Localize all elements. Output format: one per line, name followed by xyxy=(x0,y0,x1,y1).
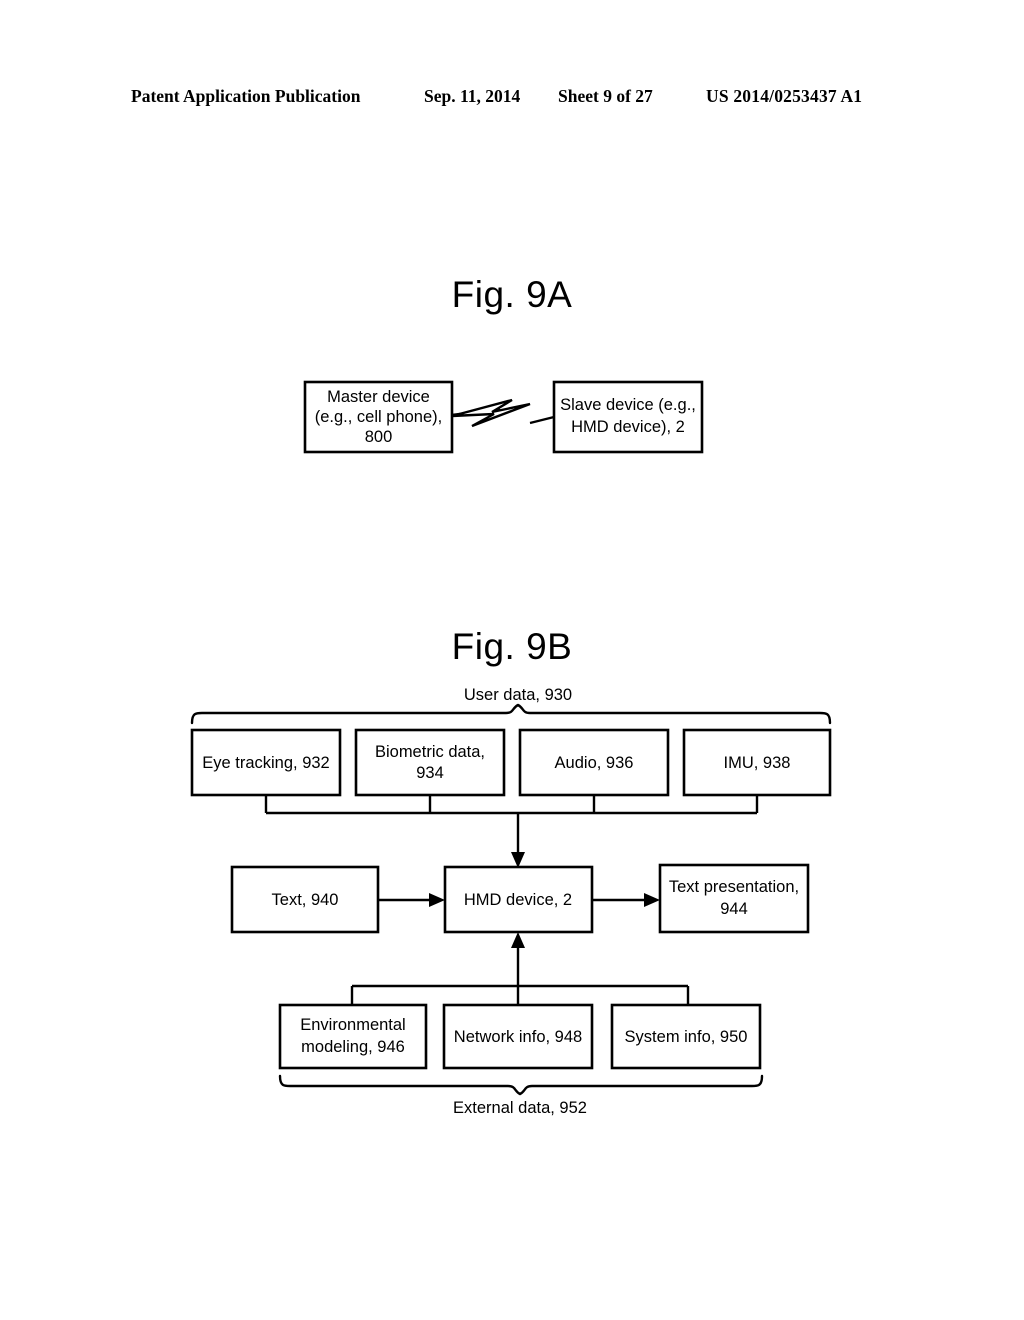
text-to-hmd-arrow xyxy=(378,893,445,907)
publication-date: Sep. 11, 2014 xyxy=(424,86,521,106)
environmental-modeling-node: Environmental modeling, 946 xyxy=(278,1003,428,1070)
biometric-data-line-1: Biometric data, xyxy=(375,743,485,761)
master-device-line-1: Master device xyxy=(327,388,430,406)
environmental-modeling-line-1: Environmental xyxy=(300,1016,405,1034)
text-presentation-node: Text presentation, 944 xyxy=(658,863,810,934)
patent-running-header: Patent Application Publication Sep. 11, … xyxy=(0,86,1024,112)
master-device-node: Master device (e.g., cell phone), 800 xyxy=(303,380,454,454)
text-presentation-line-2: 944 xyxy=(720,900,748,918)
user-data-label: User data, 930 xyxy=(464,686,572,704)
eye-tracking-node: Eye tracking, 932 xyxy=(190,728,342,797)
hmd-device-label: HMD device, 2 xyxy=(464,891,572,909)
text-label: Text, 940 xyxy=(272,891,339,909)
figure-9a-diagram: Master device (e.g., cell phone), 800 Sl… xyxy=(303,380,704,454)
publication-label: Patent Application Publication xyxy=(131,86,361,106)
external-data-brace xyxy=(278,1074,764,1096)
master-device-line-2: (e.g., cell phone), xyxy=(315,408,443,426)
environmental-modeling-line-2: modeling, 946 xyxy=(301,1038,405,1056)
external-data-label: External data, 952 xyxy=(453,1099,587,1117)
text-to-hmd-arrowhead xyxy=(429,893,445,907)
user-data-brace xyxy=(190,703,832,725)
audio-label: Audio, 936 xyxy=(555,754,634,772)
slave-device-line-2: HMD device), 2 xyxy=(571,418,685,436)
biometric-data-line-2: 934 xyxy=(416,764,444,782)
text-presentation-line-1: Text presentation, xyxy=(669,878,799,896)
slave-device-line-1: Slave device (e.g., xyxy=(560,396,696,414)
text-node: Text, 940 xyxy=(230,865,380,934)
patent-number: US 2014/0253437 A1 xyxy=(706,86,863,106)
bus-to-hmd-up-arrowhead xyxy=(511,932,525,948)
figure-9b-diagram: User data, 930 Eye tracking, 932 Biometr… xyxy=(190,686,832,1117)
master-device-line-3: 800 xyxy=(365,428,393,446)
network-info-node: Network info, 948 xyxy=(442,1003,594,1070)
sheet-number: Sheet 9 of 27 xyxy=(558,86,653,106)
hmd-to-presentation-arrow xyxy=(592,893,660,907)
audio-node: Audio, 936 xyxy=(518,728,670,797)
imu-label: IMU, 938 xyxy=(724,754,791,772)
external-data-bus-connector xyxy=(350,932,690,1005)
biometric-data-node: Biometric data, 934 xyxy=(354,728,506,797)
lightning-bolt-icon xyxy=(451,398,531,428)
figure-9b-title: Fig. 9B xyxy=(451,626,573,667)
hmd-to-presentation-arrowhead xyxy=(644,893,660,907)
user-data-bus-connector xyxy=(264,795,759,868)
eye-tracking-label: Eye tracking, 932 xyxy=(202,754,330,772)
imu-node: IMU, 938 xyxy=(682,728,832,797)
hmd-device-node: HMD device, 2 xyxy=(443,865,594,934)
system-info-label: System info, 950 xyxy=(625,1028,748,1046)
network-info-label: Network info, 948 xyxy=(454,1028,582,1046)
system-info-node: System info, 950 xyxy=(610,1003,762,1070)
slave-device-node: Slave device (e.g., HMD device), 2 xyxy=(552,380,704,454)
figure-9a-title: Fig. 9A xyxy=(451,274,573,315)
bus-to-hmd-arrowhead xyxy=(511,852,525,868)
